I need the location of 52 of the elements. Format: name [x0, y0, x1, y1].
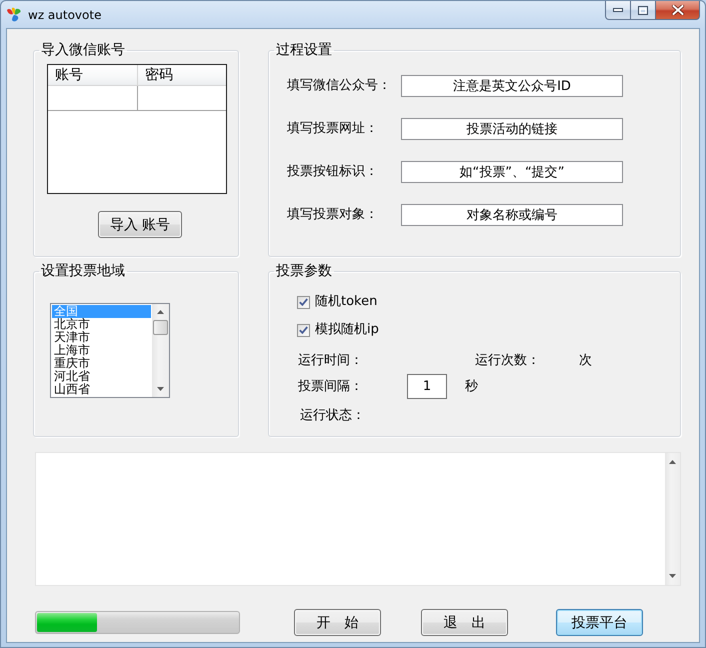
minimize-icon	[613, 8, 623, 12]
maximize-icon	[638, 6, 648, 14]
field-label: 投票按钮标识：	[287, 164, 379, 180]
close-icon	[672, 5, 684, 15]
action-button[interactable]: 退 出	[421, 609, 508, 636]
field-label: 填写微信公众号：	[287, 78, 392, 94]
checkbox[interactable]	[297, 296, 310, 308]
group-title: 设置投票地域	[40, 264, 126, 278]
list-item[interactable]: 上海市	[52, 344, 151, 357]
group-title: 导入微信账号	[40, 43, 126, 57]
scrollbar[interactable]	[152, 304, 169, 397]
checkbox[interactable]	[297, 324, 310, 336]
close-button[interactable]	[655, 1, 700, 20]
maximize-button[interactable]	[630, 1, 656, 20]
scroll-thumb[interactable]	[153, 320, 168, 335]
interval-unit: 秒	[465, 378, 478, 394]
action-button[interactable]: 投票平台	[556, 609, 643, 636]
caret-up-icon[interactable]	[157, 310, 164, 314]
import-button[interactable]: 导入 账号	[98, 211, 182, 238]
scrollbar[interactable]	[665, 453, 680, 585]
group-title: 投票参数	[275, 264, 333, 278]
caret-down-icon[interactable]	[669, 574, 676, 578]
text-field[interactable]: 注意是英文公众号ID	[401, 75, 623, 97]
run-count-unit: 次	[579, 353, 592, 369]
list-item[interactable]: 山西省	[52, 383, 151, 396]
text-field[interactable]: 对象名称或编号	[401, 204, 623, 226]
list-item[interactable]: 河北省	[52, 370, 151, 383]
run-count-label: 运行次数：	[475, 353, 541, 369]
run-status-label: 运行状态：	[300, 408, 365, 424]
checkmark-icon	[299, 326, 308, 334]
checkbox-label: 随机token	[315, 294, 378, 310]
column-header: 密码	[144, 66, 174, 85]
list-item[interactable]: 北京市	[52, 318, 151, 331]
window-title: wz autovote	[28, 8, 102, 22]
checkbox-label: 模拟随机ip	[315, 322, 379, 338]
interval-field[interactable]: 1	[407, 374, 447, 399]
field-label: 填写投票网址：	[287, 121, 379, 137]
field-label: 填写投票对象：	[287, 207, 379, 223]
action-button[interactable]: 开 始	[294, 609, 381, 636]
list-item[interactable]: 重庆市	[52, 357, 151, 370]
checkmark-icon	[299, 298, 308, 306]
column-header: 账号	[48, 65, 138, 85]
group-title: 过程设置	[275, 43, 333, 57]
interval-label: 投票间隔：	[298, 378, 364, 394]
text-field[interactable]: 投票活动的链接	[401, 118, 623, 140]
app-logo-icon	[6, 7, 22, 23]
caret-up-icon[interactable]	[669, 460, 676, 464]
run-time-label: 运行时间：	[298, 353, 364, 369]
minimize-button[interactable]	[605, 1, 631, 20]
caret-down-icon[interactable]	[157, 387, 164, 391]
list-item[interactable]: 天津市	[52, 331, 151, 344]
text-field[interactable]: 如“投票”、“提交”	[401, 161, 623, 183]
